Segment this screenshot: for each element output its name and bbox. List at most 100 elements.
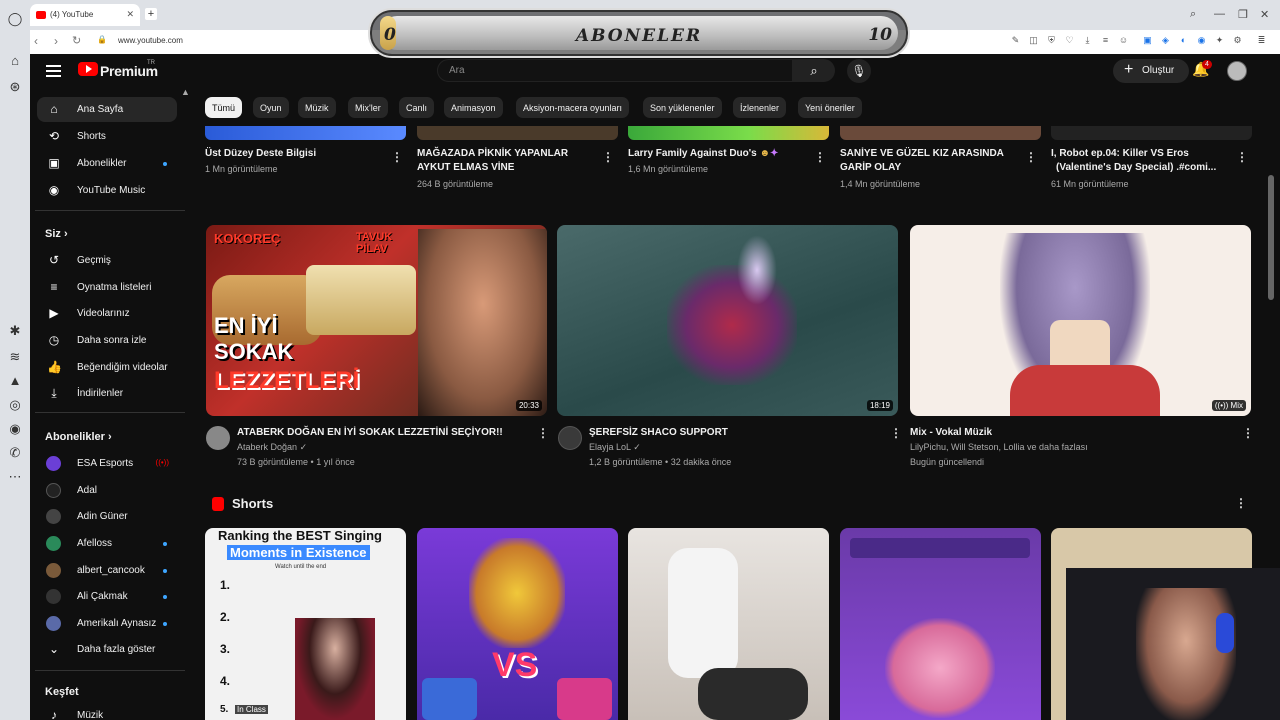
extension-icon[interactable]: ⊛ <box>6 78 24 96</box>
video-thumbnail[interactable]: ((•)) Mix <box>910 225 1251 416</box>
chip-live[interactable]: Canlı <box>399 97 435 118</box>
browser-tab[interactable]: (4) YouTube ✕ <box>30 4 140 26</box>
channel-name[interactable]: Elayja LoL ✓ <box>589 441 641 454</box>
chip-all[interactable]: Tümü <box>205 97 243 118</box>
video-title[interactable]: Larry Family Against Duo's ☻✦ <box>628 147 808 160</box>
more-options-icon[interactable]: ⋮ <box>537 426 549 440</box>
video-thumbnail[interactable] <box>205 126 406 140</box>
video-title-line2[interactable]: (Valentine's Day Special) .#comi... <box>1056 161 1231 174</box>
chip-recently-uploaded[interactable]: Son yüklenenler <box>643 97 722 118</box>
opera-logo-icon[interactable]: ◯ <box>6 10 24 28</box>
close-window-icon[interactable]: ✕ <box>1260 8 1269 21</box>
voice-search-button[interactable]: 🎙 <box>847 59 871 83</box>
menu-lines-icon[interactable]: ≡ <box>1100 35 1111 46</box>
video-title[interactable]: MAĞAZADA PİKNİK YAPANLAR <box>417 147 597 160</box>
more-options-icon[interactable]: ⋮ <box>890 426 902 440</box>
video-title[interactable]: ŞEREFSİZ SHACO SUPPORT <box>589 426 879 439</box>
chip-mixes[interactable]: Mix'ler <box>348 97 388 118</box>
short-thumbnail[interactable] <box>628 528 829 720</box>
shield-icon[interactable]: ⛨ <box>1046 35 1057 46</box>
chip-music[interactable]: Müzik <box>298 97 336 118</box>
extension-icon[interactable]: ◈ <box>1160 35 1171 46</box>
video-title[interactable]: ATABERK DOĞAN EN İYİ SOKAK LEZZETİNİ SEÇ… <box>237 426 527 439</box>
settings-icon[interactable]: ⚙ <box>1232 35 1243 46</box>
chip-action-adventure[interactable]: Aksiyon-macera oyunları <box>516 97 630 118</box>
back-icon[interactable]: ‹ <box>34 34 38 48</box>
video-title-line2[interactable]: AYKUT ELMAS VİNE <box>417 161 597 174</box>
sidebar-subscription-item[interactable]: albert_cancook <box>37 558 177 583</box>
sidebar-app-icon[interactable]: ≋ <box>6 348 24 366</box>
main-scrollbar[interactable] <box>1268 175 1274 300</box>
video-title-line2[interactable]: GARİP OLAY <box>840 161 1020 174</box>
short-thumbnail[interactable]: VS <box>417 528 618 720</box>
search-input[interactable]: Ara <box>437 59 793 82</box>
chip-watched[interactable]: İzlenenler <box>733 97 787 118</box>
forward-icon[interactable]: › <box>54 34 58 48</box>
channel-name[interactable]: Ataberk Doğan ✓ <box>237 441 307 454</box>
sidebar-item-history[interactable]: ↺ Geçmiş <box>37 248 177 273</box>
video-thumbnail[interactable]: KOKOREÇ TAVUK PİLAV EN İYİ SOKAK LEZZETL… <box>206 225 547 416</box>
chip-animation[interactable]: Animasyon <box>444 97 503 118</box>
messenger-icon[interactable]: ◉ <box>6 420 24 438</box>
sidebar-item-home[interactable]: ⌂ Ana Sayfa <box>37 97 177 122</box>
account-avatar[interactable] <box>1227 61 1247 81</box>
sidebar-item-downloads[interactable]: ⤓ İndirilenler <box>37 381 177 406</box>
more-apps-icon[interactable]: ⋯ <box>6 468 24 486</box>
sidebar-app-icon[interactable]: ✱ <box>6 322 24 340</box>
more-options-icon[interactable]: ⋮ <box>1236 150 1248 164</box>
sidebar-subscription-item[interactable]: Adin Güner <box>37 504 177 529</box>
sidebar-item-youtube-music[interactable]: ◉ YouTube Music <box>37 178 177 203</box>
more-options-icon[interactable]: ⋮ <box>1025 150 1037 164</box>
sidebar-item-subscriptions[interactable]: ▣ Abonelikler <box>37 151 177 176</box>
video-thumbnail[interactable] <box>417 126 618 140</box>
sidebar-item-music[interactable]: ♪ Müzik <box>37 703 177 720</box>
sidebar-subscription-item[interactable]: Adal <box>37 478 177 503</box>
video-title[interactable]: Üst Düzey Deste Bilgisi <box>205 147 385 160</box>
heart-icon[interactable]: ♡ <box>1064 35 1075 46</box>
short-thumbnail[interactable]: Ranking the BEST Singing Moments in Exis… <box>205 528 406 720</box>
youtube-logo-icon[interactable] <box>78 62 98 76</box>
reload-icon[interactable]: ↻ <box>72 34 81 47</box>
url-field[interactable]: www.youtube.com <box>118 36 183 45</box>
you-section-heading[interactable]: Siz › <box>45 228 68 240</box>
more-options-icon[interactable]: ⋮ <box>814 150 826 164</box>
whatsapp-icon[interactable]: ✆ <box>6 444 24 462</box>
video-title[interactable]: I, Robot ep.04: Killer VS Eros <box>1051 147 1231 160</box>
video-thumbnail[interactable] <box>840 126 1041 140</box>
create-button[interactable]: + Oluştur <box>1113 59 1189 83</box>
puzzle-icon[interactable]: ✦ <box>1214 35 1225 46</box>
sidebar-subscription-item[interactable]: ESA Esports ((•)) <box>37 451 177 476</box>
short-thumbnail[interactable] <box>840 528 1041 720</box>
new-tab-button[interactable]: + <box>145 8 157 20</box>
search-tabs-icon[interactable]: ⌕ <box>1190 8 1196 21</box>
extension-icon[interactable]: ✎ <box>1010 35 1021 46</box>
extension-icon[interactable]: ◉ <box>1196 35 1207 46</box>
scroll-up-icon[interactable]: ▲ <box>181 87 190 97</box>
video-title[interactable]: Mix - Vokal Müzik <box>910 426 1230 439</box>
more-options-icon[interactable]: ⋮ <box>391 150 403 164</box>
show-more-button[interactable]: ⌄ Daha fazla göster <box>37 637 177 662</box>
sidebar-app-icon[interactable]: ◎ <box>6 396 24 414</box>
chip-gaming[interactable]: Oyun <box>253 97 289 118</box>
channel-avatar[interactable] <box>206 426 230 450</box>
sidebar-subscription-item[interactable]: Ali Çakmak <box>37 584 177 609</box>
more-options-icon[interactable]: ⋮ <box>1242 426 1254 440</box>
camera-icon[interactable]: ◫ <box>1028 35 1039 46</box>
maximize-icon[interactable]: ❐ <box>1238 8 1248 21</box>
more-options-icon[interactable]: ⋮ <box>1235 496 1247 510</box>
sidebar-subscription-item[interactable]: Afelloss <box>37 531 177 556</box>
profile-icon[interactable]: ☺ <box>1118 35 1129 46</box>
sidebar-item-liked-videos[interactable]: 👍 Beğendiğim videolar <box>37 355 177 380</box>
more-options-icon[interactable]: ⋮ <box>602 150 614 164</box>
video-title[interactable]: SANİYE VE GÜZEL KIZ ARASINDA <box>840 147 1020 160</box>
easy-setup-icon[interactable]: ≣ <box>1256 35 1267 46</box>
video-thumbnail[interactable] <box>1051 126 1252 140</box>
minimize-icon[interactable]: — <box>1214 8 1225 20</box>
video-thumbnail[interactable] <box>628 126 829 140</box>
video-thumbnail[interactable]: 18:19 <box>557 225 898 416</box>
close-tab-icon[interactable]: ✕ <box>126 9 134 20</box>
chip-new-to-you[interactable]: Yeni öneriler <box>798 97 862 118</box>
sidebar-item-watch-later[interactable]: ◷ Daha sonra izle <box>37 328 177 353</box>
sidebar-item-playlists[interactable]: ≡ Oynatma listeleri <box>37 275 177 300</box>
sidebar-item-shorts[interactable]: ⟲ Shorts <box>37 124 177 149</box>
